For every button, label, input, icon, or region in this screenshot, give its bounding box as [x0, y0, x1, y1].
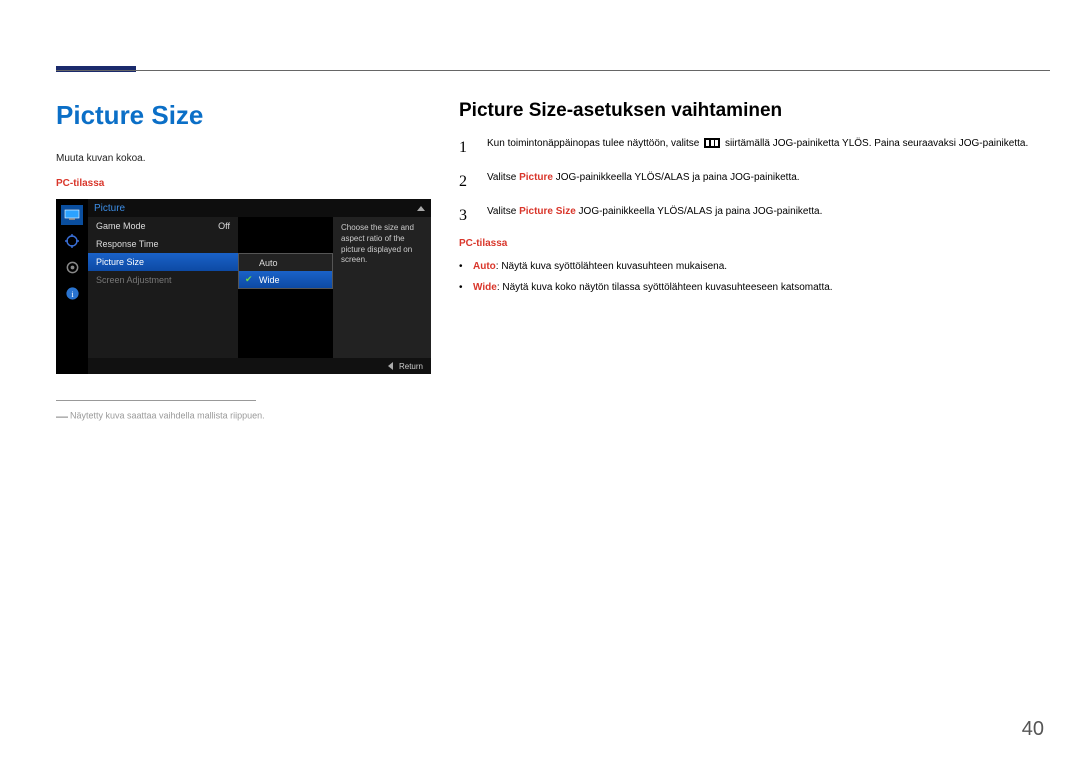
- step-text-post: JOG-painikkeella YLÖS/ALAS ja paina JOG-…: [556, 172, 800, 183]
- osd-subrow-wide: ✔ Wide: [239, 271, 332, 288]
- step-3: 3 Valitse Picture Size JOG-painikkeella …: [459, 204, 1050, 228]
- osd-row-label: Screen Adjustment: [96, 275, 172, 285]
- osd-subrow-auto: Auto: [239, 254, 332, 271]
- step-body: Kun toimintonäppäinopas tulee näyttöön, …: [487, 136, 1050, 160]
- step-text-post: siirtämällä JOG-painiketta YLÖS. Paina s…: [725, 138, 1028, 149]
- step-text-pre: Valitse: [487, 172, 519, 183]
- left-column: Picture Size Muuta kuvan kokoa. PC-tilas…: [56, 100, 431, 423]
- osd-row-value: Off: [218, 221, 230, 231]
- section-subtitle: Picture Size-asetuksen vaihtaminen: [459, 100, 1050, 122]
- gear-icon: [61, 257, 83, 277]
- bullet-keyword: Wide: [473, 282, 497, 293]
- bullet-auto: • Auto: Näytä kuva syöttölähteen kuvasuh…: [459, 259, 1050, 274]
- page-number: 40: [1022, 718, 1044, 741]
- osd-footer: Return: [88, 358, 431, 374]
- header-rule: [56, 70, 1050, 71]
- monitor-icon: [61, 205, 83, 225]
- step-number: 1: [459, 136, 473, 160]
- osd-row-label: Picture Size: [96, 257, 144, 267]
- bullet-text: : Näytä kuva koko näytön tilassa syöttöl…: [497, 282, 833, 293]
- osd-header: Picture: [88, 199, 431, 217]
- bullet-dot: •: [459, 280, 465, 295]
- step-text-pre: Valitse: [487, 206, 519, 217]
- step-number: 3: [459, 204, 473, 228]
- right-column: Picture Size-asetuksen vaihtaminen 1 Kun…: [459, 100, 1050, 423]
- bullet-wide: • Wide: Näytä kuva koko näytön tilassa s…: [459, 280, 1050, 295]
- osd-main: Picture Game Mode Off Response Time Pic: [88, 199, 431, 374]
- osd-menu-list: Game Mode Off Response Time Picture Size…: [88, 217, 238, 358]
- osd-screenshot: i Picture Game Mode Off Response Time: [56, 199, 431, 374]
- bullet-keyword: Auto: [473, 261, 496, 272]
- osd-description: Choose the size and aspect ratio of the …: [333, 217, 431, 358]
- osd-sidebar: i: [56, 199, 88, 374]
- bullet-body: Wide: Näytä kuva koko näytön tilassa syö…: [473, 280, 833, 295]
- osd-row-picture-size: Picture Size: [88, 253, 238, 271]
- menu-icon: [704, 138, 720, 148]
- step-text-post: JOG-painikkeella YLÖS/ALAS ja paina JOG-…: [579, 206, 823, 217]
- header-accent: [56, 66, 136, 72]
- info-icon: i: [61, 283, 83, 303]
- target-icon: [61, 231, 83, 251]
- osd-row-game-mode: Game Mode Off: [88, 217, 238, 235]
- osd-row-screen-adjustment: Screen Adjustment: [88, 271, 238, 289]
- footnote: ―Näytetty kuva saattaa vaihdella mallist…: [56, 409, 431, 423]
- step-number: 2: [459, 170, 473, 194]
- mode-label-right: PC-tilassa: [459, 238, 1050, 249]
- bullet-text: : Näytä kuva syöttölähteen kuvasuhteen m…: [496, 261, 727, 272]
- osd-footer-return: Return: [399, 362, 423, 371]
- intro-text: Muuta kuvan kokoa.: [56, 153, 431, 164]
- osd-sublist: Auto ✔ Wide: [238, 253, 333, 289]
- step-keyword: Picture: [519, 172, 553, 183]
- step-keyword: Picture Size: [519, 206, 576, 217]
- step-body: Valitse Picture JOG-painikkeella YLÖS/AL…: [487, 170, 1050, 194]
- osd-row-response-time: Response Time: [88, 235, 238, 253]
- arrow-up-icon: [417, 206, 425, 211]
- bullet-body: Auto: Näytä kuva syöttölähteen kuvasuhte…: [473, 259, 727, 274]
- step-1: 1 Kun toimintonäppäinopas tulee näyttöön…: [459, 136, 1050, 160]
- osd-row-label: Response Time: [96, 239, 159, 249]
- bullet-dot: •: [459, 259, 465, 274]
- footnote-divider: [56, 400, 256, 401]
- osd-subrow-label: Wide: [259, 275, 280, 285]
- step-body: Valitse Picture Size JOG-painikkeella YL…: [487, 204, 1050, 228]
- mode-label-left: PC-tilassa: [56, 178, 431, 189]
- osd-row-label: Game Mode: [96, 221, 146, 231]
- page-content: Picture Size Muuta kuvan kokoa. PC-tilas…: [0, 0, 1080, 423]
- footnote-text: Näytetty kuva saattaa vaihdella mallista…: [70, 410, 265, 420]
- page-title: Picture Size: [56, 100, 431, 131]
- osd-header-title: Picture: [94, 203, 125, 214]
- arrow-left-icon: [388, 362, 393, 370]
- bullet-list: • Auto: Näytä kuva syöttölähteen kuvasuh…: [459, 259, 1050, 295]
- step-text-pre: Kun toimintonäppäinopas tulee näyttöön, …: [487, 138, 702, 149]
- osd-subrow-label: Auto: [259, 258, 278, 268]
- step-2: 2 Valitse Picture JOG-painikkeella YLÖS/…: [459, 170, 1050, 194]
- check-icon: ✔: [245, 274, 255, 285]
